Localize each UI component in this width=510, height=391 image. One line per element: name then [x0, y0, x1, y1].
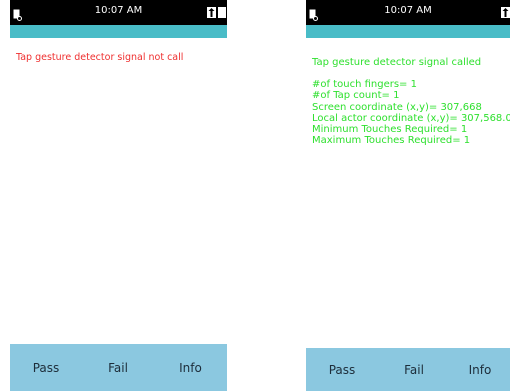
fail-button[interactable]: Fail [378, 348, 450, 391]
info-button[interactable]: Info [154, 344, 227, 391]
signal-icon [501, 7, 510, 18]
signal-icon [207, 7, 216, 18]
result-panel: Tap gesture detector signal called #of t… [312, 57, 510, 146]
right-screen: 10:07 AM Tap gesture detector signal cal… [306, 0, 510, 391]
detail-touch-fingers: #of touch fingers= 1 [312, 79, 417, 91]
detail-tap-count: #of Tap count= 1 [312, 90, 400, 102]
status-time: 10:07 AM [94, 5, 143, 16]
status-message: Tap gesture detector signal not call [16, 52, 184, 63]
action-bar: Pass Fail Info [10, 344, 227, 391]
title-bar [10, 25, 227, 38]
status-message: Tap gesture detector signal called [312, 57, 482, 68]
title-bar [306, 25, 510, 38]
battery-icon [218, 7, 226, 18]
fail-button[interactable]: Fail [82, 344, 154, 391]
pass-button[interactable]: Pass [306, 348, 378, 391]
status-time: 10:07 AM [384, 5, 432, 16]
left-screen: 10:07 AM Tap gesture detector signal not… [10, 0, 227, 391]
info-button[interactable]: Info [450, 348, 510, 391]
detail-minimum-touches: Minimum Touches Required= 1 [312, 123, 468, 135]
action-bar: Pass Fail Info [306, 348, 510, 391]
pass-button[interactable]: Pass [10, 344, 82, 391]
detail-maximum-touches: Maximum Touches Required= 1 [312, 135, 471, 147]
status-bar: 10:07 AM [306, 0, 510, 25]
status-bar: 10:07 AM [10, 0, 227, 25]
detail-local-actor-coordinate: Local actor coordinate (x,y)= 307,568.03… [312, 112, 510, 124]
detail-screen-coordinate: Screen coordinate (x,y)= 307,668 [312, 101, 482, 113]
